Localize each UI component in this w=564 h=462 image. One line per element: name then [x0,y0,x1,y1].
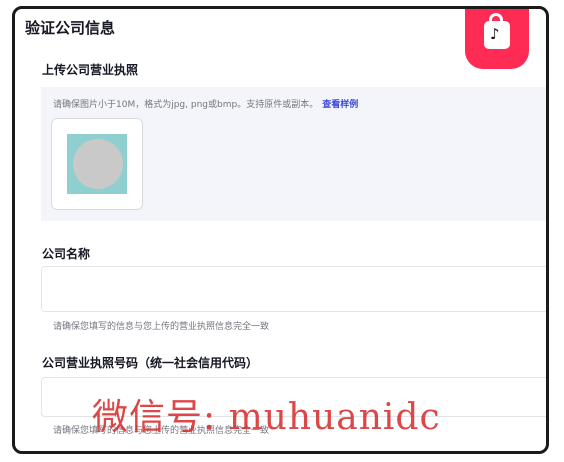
company-name-input[interactable] [41,266,546,312]
upload-hint-text: 请确保图片小于10M，格式为jpg, png或bmp。支持原件或副本。 [53,100,319,110]
license-number-label: 公司营业执照号码（统一社会信用代码） [42,356,259,370]
view-example-link[interactable]: 查看样例 [322,100,358,110]
thumbnail-placeholder-icon [73,139,123,189]
tiktok-note-icon: ♪ [490,25,500,43]
license-image-upload[interactable] [51,118,143,210]
license-thumbnail [67,134,127,194]
company-name-helper: 请确保您填写的信息与您上传的营业执照信息完全一致 [53,322,270,332]
verify-company-panel: 验证公司信息 ♪ 上传公司营业执照 请确保图片小于10M，格式为jpg, png… [12,6,549,454]
upload-hint: 请确保图片小于10M，格式为jpg, png或bmp。支持原件或副本。 查看样例 [53,97,358,110]
company-name-label: 公司名称 [42,247,91,261]
tiktok-shop-logo: ♪ [465,9,529,69]
upload-area: 请确保图片小于10M，格式为jpg, png或bmp。支持原件或副本。 查看样例 [41,87,546,221]
upload-license-label: 上传公司营业执照 [42,63,139,77]
page-title: 验证公司信息 [25,19,116,37]
watermark-text: 微信号: muhuanidc [92,397,441,438]
